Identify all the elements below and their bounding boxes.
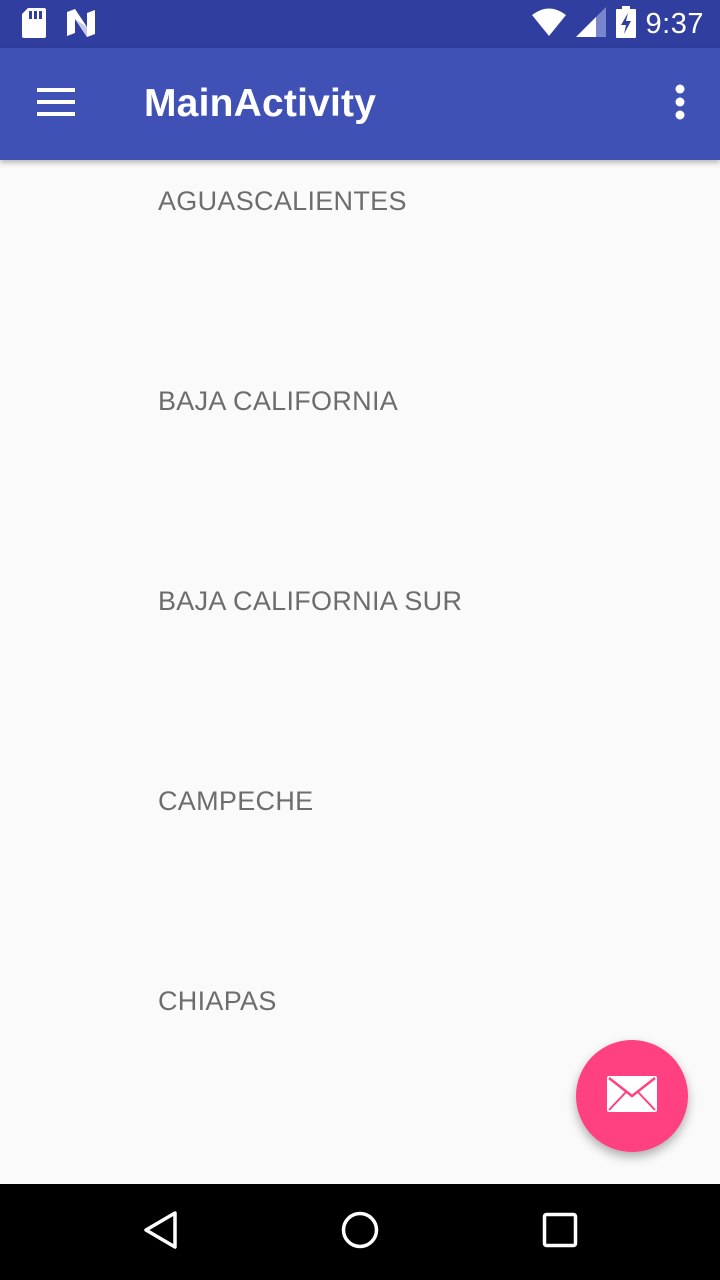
home-icon xyxy=(340,1210,380,1255)
navigation-drawer-button[interactable] xyxy=(20,68,92,140)
n-notification-icon xyxy=(66,9,96,42)
email-fab-button[interactable] xyxy=(576,1040,688,1152)
list-item[interactable]: AGUASCALIENTES xyxy=(0,160,720,360)
more-vert-icon xyxy=(675,84,685,125)
wifi-icon xyxy=(531,8,566,41)
status-bar: 9:37 xyxy=(0,0,720,48)
list-item-label: CAMPECHE xyxy=(158,786,314,816)
list-item[interactable]: CAMPECHE xyxy=(0,760,720,960)
list-item-label: BAJA CALIFORNIA SUR xyxy=(158,586,463,616)
hamburger-menu-icon xyxy=(37,87,75,121)
app-bar: MainActivity xyxy=(0,48,720,160)
cell-signal-icon xyxy=(575,7,606,42)
recents-icon xyxy=(542,1212,578,1253)
sd-card-icon xyxy=(22,8,46,43)
status-time: 9:37 xyxy=(645,8,704,40)
status-notifications xyxy=(22,8,96,43)
list-item-label: CHIAPAS xyxy=(158,986,277,1016)
recents-button[interactable] xyxy=(524,1196,596,1268)
back-icon xyxy=(142,1210,178,1255)
list-item-label: BAJA CALIFORNIA xyxy=(158,386,399,416)
list-item[interactable]: BAJA CALIFORNIA xyxy=(0,360,720,560)
email-icon xyxy=(606,1075,658,1118)
system-navigation-bar xyxy=(0,1184,720,1280)
list-item[interactable]: BAJA CALIFORNIA SUR xyxy=(0,560,720,760)
battery-charging-icon xyxy=(615,6,636,43)
list-item-label: AGUASCALIENTES xyxy=(158,186,407,216)
state-list[interactable]: AGUASCALIENTES BAJA CALIFORNIA BAJA CALI… xyxy=(0,160,720,1184)
page-title: MainActivity xyxy=(144,82,377,125)
status-system: 9:37 xyxy=(531,6,704,43)
overflow-menu-button[interactable] xyxy=(652,68,708,140)
back-button[interactable] xyxy=(124,1196,196,1268)
home-button[interactable] xyxy=(324,1196,396,1268)
